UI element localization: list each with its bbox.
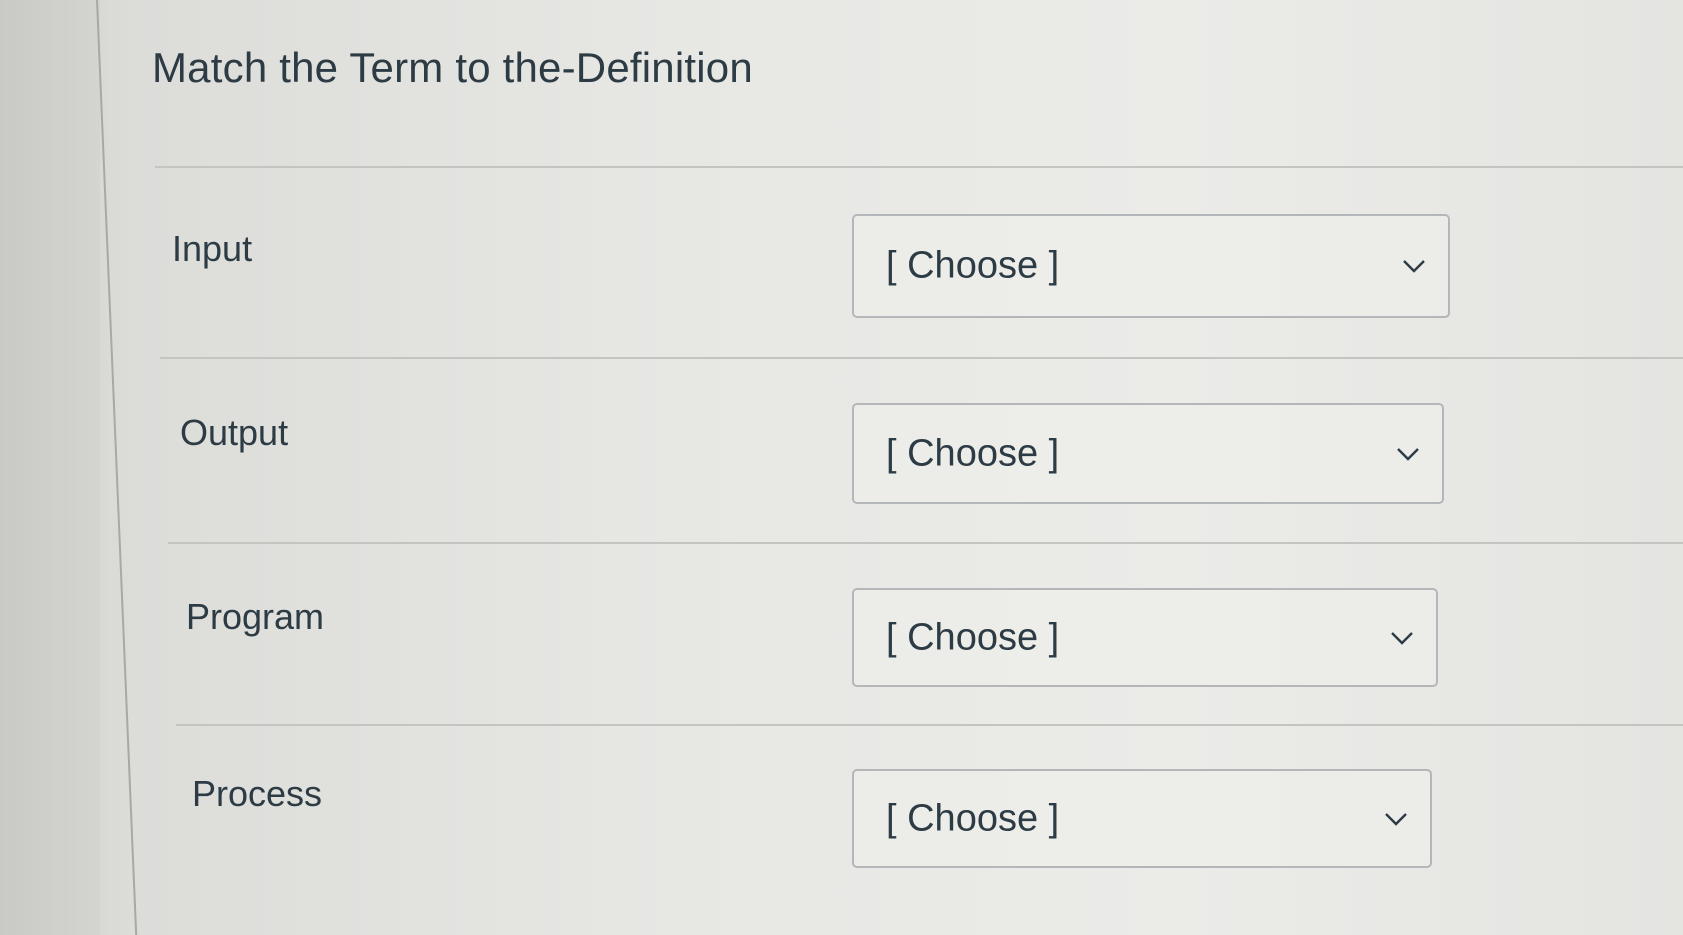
left-gutter (0, 0, 100, 935)
select-value: [ Choose ] (886, 797, 1060, 839)
question-panel: Match the Term to the-Definition Input [… (100, 0, 1683, 935)
select-value: [ Choose ] (886, 432, 1060, 474)
chevron-down-icon (1402, 258, 1426, 274)
question-title: Match the Term to the-Definition (152, 44, 753, 91)
answer-select[interactable]: [ Choose ] (852, 403, 1444, 504)
divider (176, 724, 1683, 726)
answer-select[interactable]: [ Choose ] (852, 588, 1438, 687)
screen: Match the Term to the-Definition Input [… (0, 0, 1683, 935)
term-label: Program (186, 596, 325, 637)
term-label: Input (172, 228, 253, 269)
answer-select[interactable]: [ Choose ] (852, 214, 1450, 318)
divider (168, 542, 1683, 544)
chevron-down-icon (1384, 811, 1408, 827)
divider (155, 166, 1683, 168)
divider (160, 357, 1683, 359)
chevron-down-icon (1396, 446, 1420, 462)
answer-select[interactable]: [ Choose ] (852, 769, 1432, 868)
term-label: Output (180, 412, 289, 453)
select-value: [ Choose ] (886, 616, 1060, 658)
chevron-down-icon (1390, 630, 1414, 646)
select-value: [ Choose ] (886, 244, 1060, 287)
term-label: Process (192, 773, 323, 814)
